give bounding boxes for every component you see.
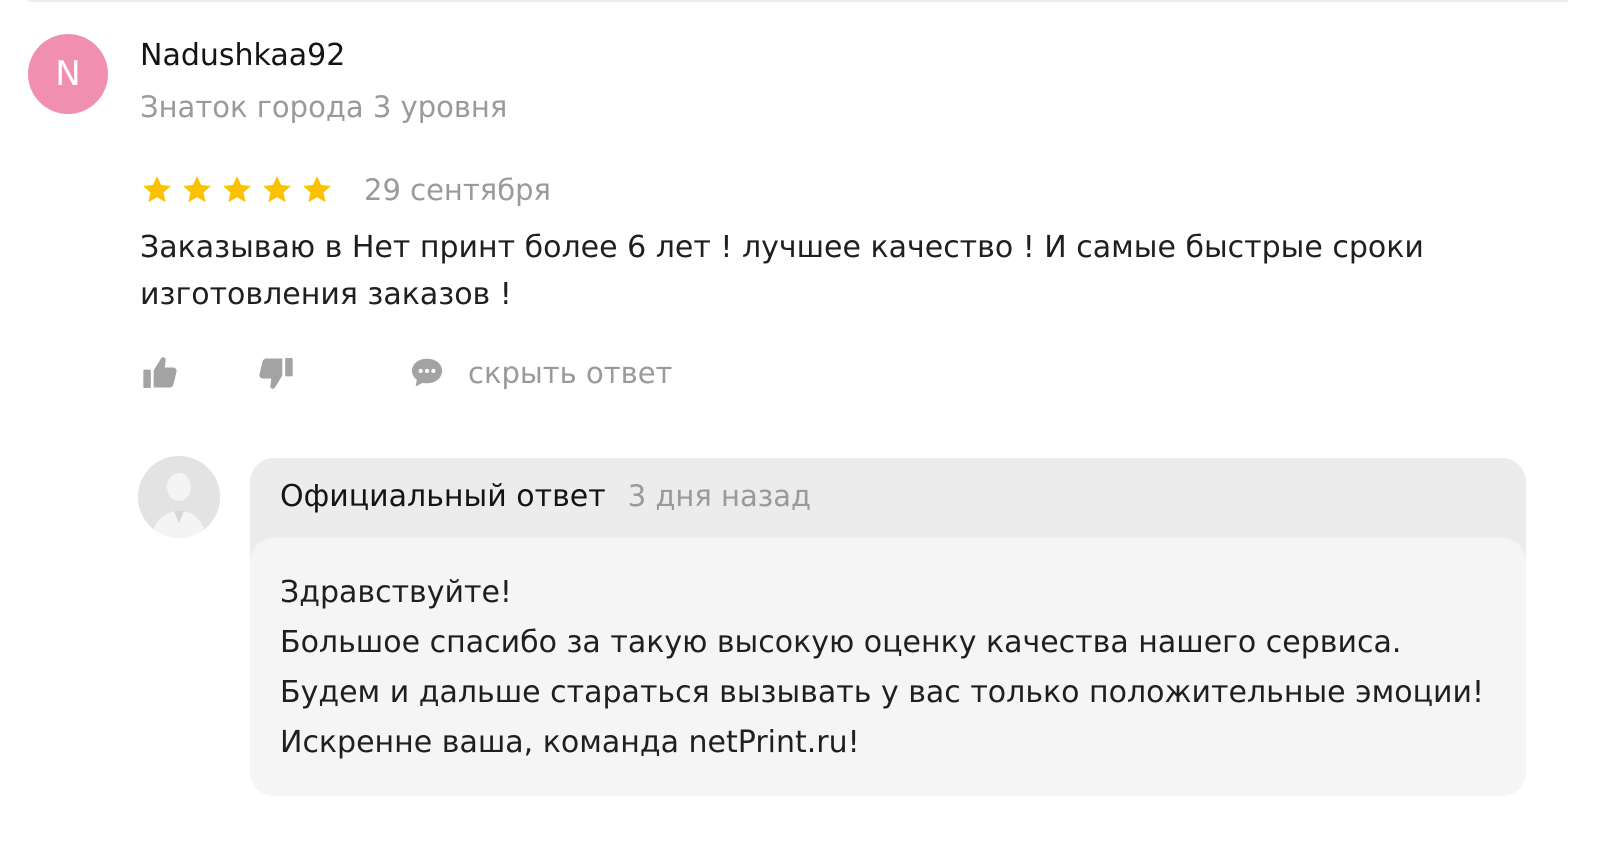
reply-line: Будем и дальше стараться вызывать у вас …: [280, 675, 1485, 710]
reply-line: Большое спасибо за такую высокую оценку …: [280, 625, 1402, 660]
review-actions: скрыть ответ: [140, 350, 672, 396]
review-text: Заказываю в Нет принт более 6 лет ! лучш…: [140, 230, 1424, 312]
reply-title: Официальный ответ: [280, 478, 606, 514]
organization-avatar-icon: [138, 456, 220, 538]
user-avatar[interactable]: N: [28, 34, 108, 114]
reply-line: Здравствуйте!: [280, 575, 512, 610]
star-icon: [303, 176, 331, 203]
review-date: 29 сентября: [364, 173, 551, 207]
official-reply: Официальный ответ 3 дня назад Здравствуй…: [250, 458, 1526, 796]
comment-icon[interactable]: [408, 354, 446, 392]
author-level: Знаток города 3 уровня: [140, 90, 508, 124]
author-name[interactable]: Nadushkaa92: [140, 38, 345, 73]
reply-line: Искренне ваша, команда netPrint.ru!: [280, 725, 860, 760]
thumbs-up-icon[interactable]: [140, 353, 180, 393]
hide-answer-link[interactable]: скрыть ответ: [468, 356, 672, 390]
reply-date: 3 дня назад: [627, 479, 812, 513]
reply-body: Здравствуйте! Большое спасибо за такую в…: [250, 538, 1526, 796]
star-icon: [143, 176, 171, 203]
star-icon: [223, 176, 251, 203]
reply-text: Здравствуйте! Большое спасибо за такую в…: [280, 568, 1510, 768]
thumbs-down-icon[interactable]: [256, 353, 296, 393]
reply-header: Официальный ответ 3 дня назад: [280, 474, 811, 518]
star-icon: [263, 176, 291, 203]
rating-stars: [140, 173, 334, 207]
top-divider: [28, 0, 1568, 2]
rating-row: 29 сентября: [140, 168, 551, 212]
star-icon: [183, 176, 211, 203]
